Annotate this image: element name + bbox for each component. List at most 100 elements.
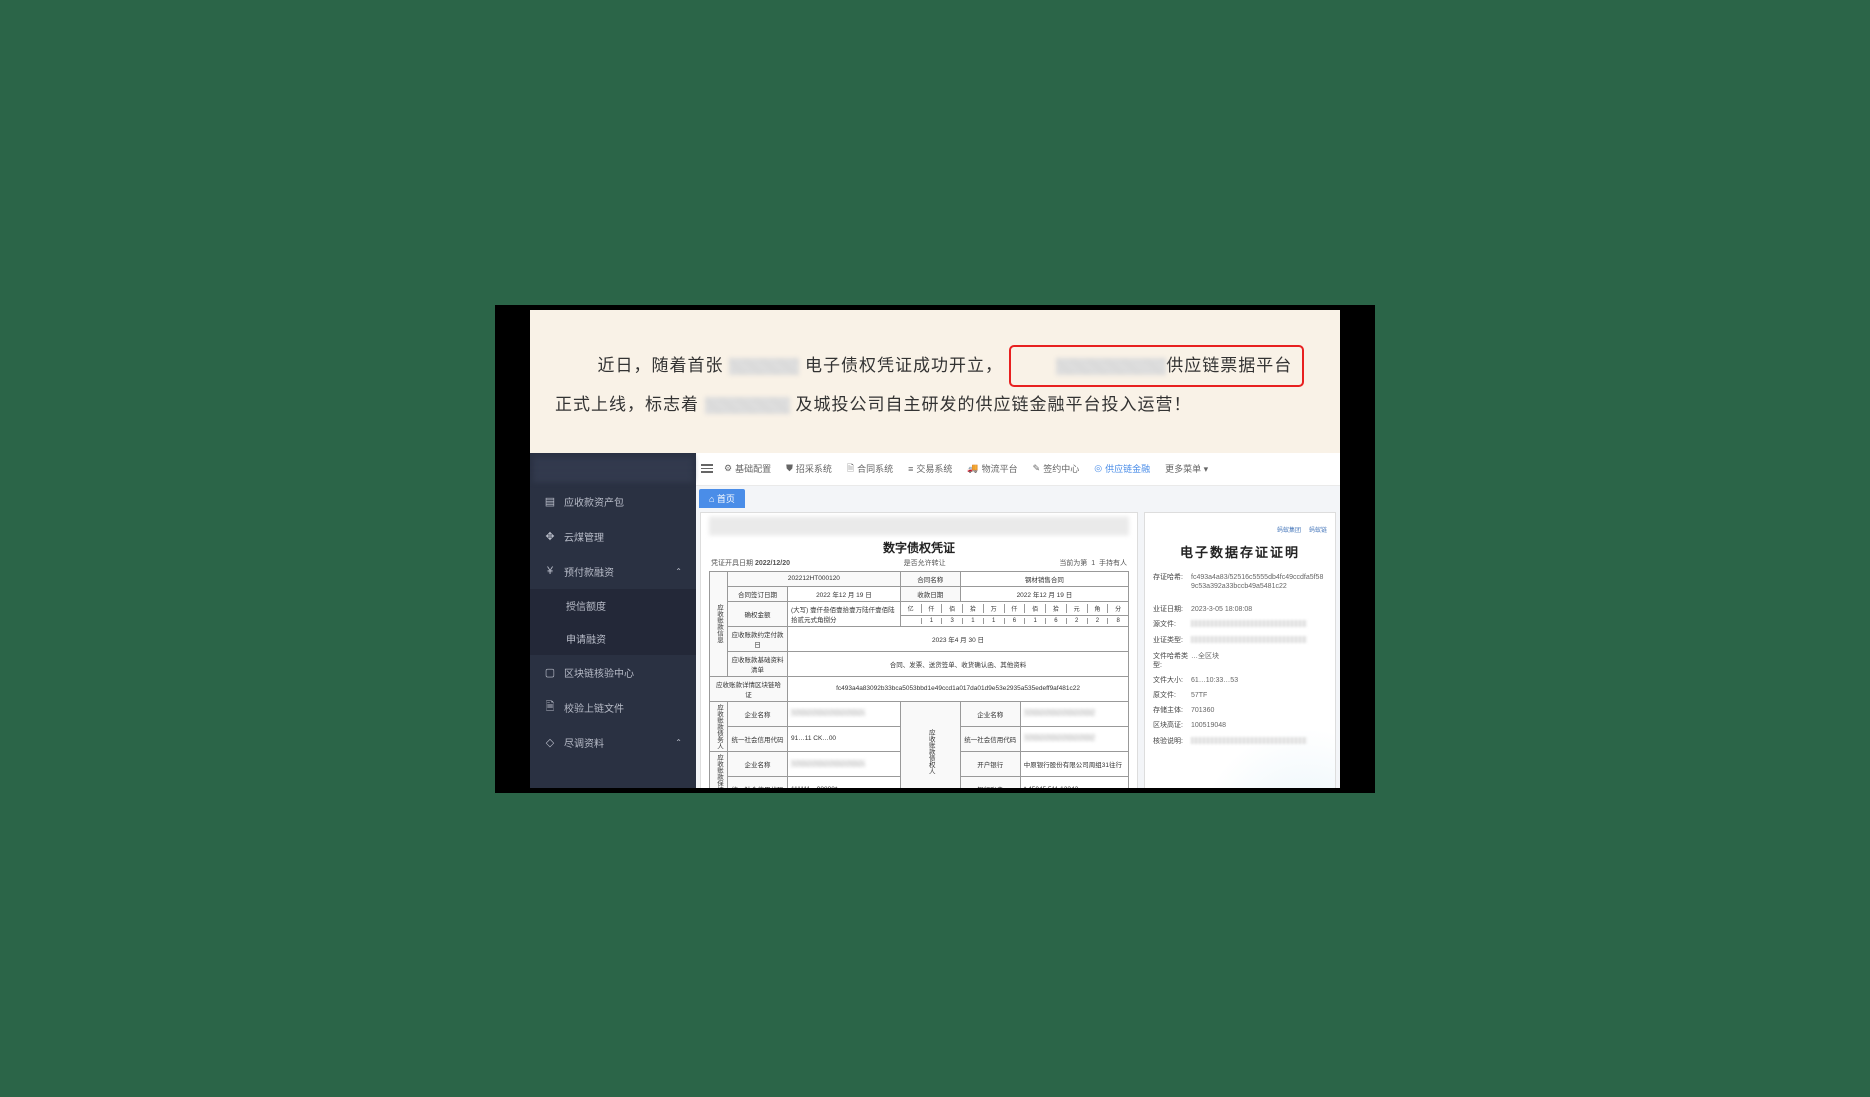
- nav-label: 物流平台: [982, 462, 1018, 475]
- ecert-row: 存储主体:701360: [1153, 706, 1327, 715]
- ecert-value: [1191, 737, 1327, 747]
- ecert-label: 原文件:: [1153, 691, 1191, 700]
- text: 近日，随着首张: [598, 356, 724, 375]
- vlabel-debtor: 应收账款债务人: [710, 701, 728, 752]
- sidebar-label: 校验上链文件: [564, 700, 624, 715]
- file-icon: 🗎: [544, 701, 556, 713]
- gear-icon: ⚙: [724, 463, 732, 474]
- ecert-value: 701360: [1191, 706, 1327, 715]
- ecert-value: 61…10:33…53: [1191, 676, 1327, 685]
- cell-label: 企业名称: [728, 752, 788, 777]
- cell-value: [1020, 701, 1128, 726]
- redacted-text: [1191, 737, 1307, 744]
- cell-label: 合同名称: [900, 571, 960, 586]
- vlabel-receivable-info: 应收账款信息: [710, 571, 728, 676]
- hamburger-icon[interactable]: [699, 462, 715, 476]
- highlighted-phrase: 供应链票据平台: [1009, 345, 1305, 387]
- ecert-label: 存证哈希:: [1153, 573, 1191, 591]
- nav-procurement[interactable]: ⛊招采系统: [780, 458, 838, 479]
- app-sidebar: ▤ 应收款资产包 ✥ 云煤管理 ¥ 预付款融资 授信额度 申请融资 ▢ 区块链核…: [530, 453, 696, 788]
- cell-hash-value: fc493a4a83092b33bca5053bbd1e49ccd1a017da…: [788, 676, 1129, 701]
- cell-label: 开户银行: [960, 752, 1020, 777]
- ecert-label: 核验说明:: [1153, 737, 1191, 747]
- cell-value: * 45045 511 13342: [1020, 777, 1128, 788]
- ecert-row: 核验说明:: [1153, 737, 1327, 747]
- ecert-row: 区块高证:100519048: [1153, 721, 1327, 730]
- ecert-row: 源文件:: [1153, 620, 1327, 630]
- nav-label: 合同系统: [857, 462, 893, 475]
- redacted-text: [1024, 734, 1095, 741]
- cell-label: 应收账款详情区块链哈证: [710, 676, 788, 701]
- cell-label: 合同签订日期: [728, 586, 788, 601]
- nav-logistics[interactable]: 🚚物流平台: [961, 458, 1023, 479]
- sidebar-item-verify-onchain-files[interactable]: 🗎 校验上链文件: [530, 690, 696, 725]
- sidebar-item-prepay-finance[interactable]: ¥ 预付款融资: [530, 554, 696, 589]
- cell-value: 合同、发票、送货签单、收货确认函、其他资料: [788, 651, 1129, 676]
- ecert-label: 文件哈希类型:: [1153, 652, 1191, 670]
- ecert-label: 文件大小:: [1153, 676, 1191, 685]
- sidebar-label: 区块链核验中心: [564, 665, 634, 680]
- list-icon: ≡: [908, 464, 913, 474]
- text: 正式上线，标志着: [555, 395, 699, 414]
- cert-logos: 蚂蚁集团 蚂蚁链: [1153, 525, 1327, 534]
- yen-icon: ¥: [544, 565, 556, 577]
- text: 2022/12/20: [755, 560, 790, 567]
- cell-label: 银行账户: [960, 777, 1020, 788]
- cell-label: 收款日期: [900, 586, 960, 601]
- sidebar-item-receivables[interactable]: ▤ 应收款资产包: [530, 484, 696, 519]
- certificate-table: 应收账款信息 202212HT000120 合同名称 钢材销售合同 合同签订日期…: [709, 571, 1129, 788]
- redacted-text: [1191, 636, 1307, 643]
- top-navigation: ⚙基础配置 ⛊招采系统 🗎合同系统 ≡交易系统 🚚物流平台 ✎签约中心 ◎供应链…: [696, 453, 1340, 486]
- ecert-row: 文件哈希类型:…全区块: [1153, 652, 1327, 670]
- sidebar-item-cloud-coal[interactable]: ✥ 云煤管理: [530, 519, 696, 554]
- text: 手持有人: [1099, 560, 1127, 567]
- redacted-header: [709, 517, 1129, 535]
- sidebar-subitem-apply-finance[interactable]: 申请融资: [530, 622, 696, 655]
- redacted-text: [1191, 620, 1307, 627]
- doc-icon: 🗎: [847, 461, 854, 477]
- text: 1: [1091, 560, 1095, 567]
- ecert-label: 业证类型:: [1153, 636, 1191, 646]
- logo-ant-chain: 蚂蚁链: [1309, 525, 1327, 534]
- electronic-evidence-certificate: 蚂蚁集团 蚂蚁链 电子数据存证证明 存证哈希:fc493a4a83/52516c…: [1144, 512, 1336, 788]
- nav-signing[interactable]: ✎签约中心: [1027, 458, 1086, 479]
- nav-label: 交易系统: [916, 462, 952, 475]
- redacted-text: [705, 397, 790, 414]
- sidebar-item-due-diligence[interactable]: ◇ 尽调资料: [530, 725, 696, 760]
- cell-digits-header: 亿仟佰拾万仟佰拾元角分: [900, 601, 1128, 616]
- cell-value: 2022 年12 月 19 日: [788, 586, 901, 601]
- sidebar-label: 尽调资料: [564, 735, 604, 750]
- ecert-label: 业证日期:: [1153, 605, 1191, 614]
- ecert-value: 57TF: [1191, 691, 1327, 700]
- nav-supply-chain-finance[interactable]: ◎供应链金融: [1088, 458, 1156, 479]
- sidebar-subitem-credit-limit[interactable]: 授信额度: [530, 589, 696, 622]
- article-body: 近日，随着首张 电子债权凭证成功开立， 供应链票据平台 正式上线，标志着 及城投…: [530, 345, 1340, 453]
- redacted-text: [1056, 358, 1166, 375]
- sidebar-item-blockchain-verify[interactable]: ▢ 区块链核验中心: [530, 655, 696, 690]
- redacted-text: [791, 760, 865, 767]
- embedded-app-screenshot: ▤ 应收款资产包 ✥ 云煤管理 ¥ 预付款融资 授信额度 申请融资 ▢ 区块链核…: [530, 453, 1340, 788]
- list-icon: ▤: [544, 495, 556, 507]
- cell-contract-code: 202212HT000120: [728, 571, 901, 586]
- tab-home[interactable]: ⌂ 首页: [699, 489, 745, 508]
- nav-more-menu[interactable]: 更多菜单 ▾: [1159, 458, 1214, 479]
- nav-label: 基础配置: [735, 462, 771, 475]
- nav-trade[interactable]: ≡交易系统: [902, 458, 958, 479]
- digital-debt-certificate: 数字债权凭证 凭证开具日期 2022/12/20 是否允许转让 当前为第 1 手…: [700, 512, 1138, 788]
- text: 当前为第: [1059, 560, 1087, 567]
- certificate-sub-info: 凭证开具日期 2022/12/20 是否允许转让 当前为第 1 手持有人: [709, 558, 1129, 568]
- ecert-value: 100519048: [1191, 721, 1327, 730]
- ecert-value: [1191, 636, 1327, 646]
- cell-label: 统一社会信用代码: [960, 726, 1020, 751]
- ecert-label: 存储主体:: [1153, 706, 1191, 715]
- nav-contract[interactable]: 🗎合同系统: [841, 457, 899, 481]
- cell-value: 钢材销售合同: [960, 571, 1128, 586]
- nav-basic-config[interactable]: ⚙基础配置: [718, 458, 777, 479]
- cell-value: [788, 701, 901, 726]
- ecert-row: 存证哈希:fc493a4a83/52516c5555db4fc49ccdfa5f…: [1153, 573, 1327, 591]
- shield-icon: ⛊: [786, 463, 793, 474]
- cell-label: 应收账款约定付款日: [728, 626, 788, 651]
- certificate-title: 数字债权凭证: [709, 539, 1129, 556]
- cell-label: 企业名称: [728, 701, 788, 726]
- nav-label: 招采系统: [796, 462, 832, 475]
